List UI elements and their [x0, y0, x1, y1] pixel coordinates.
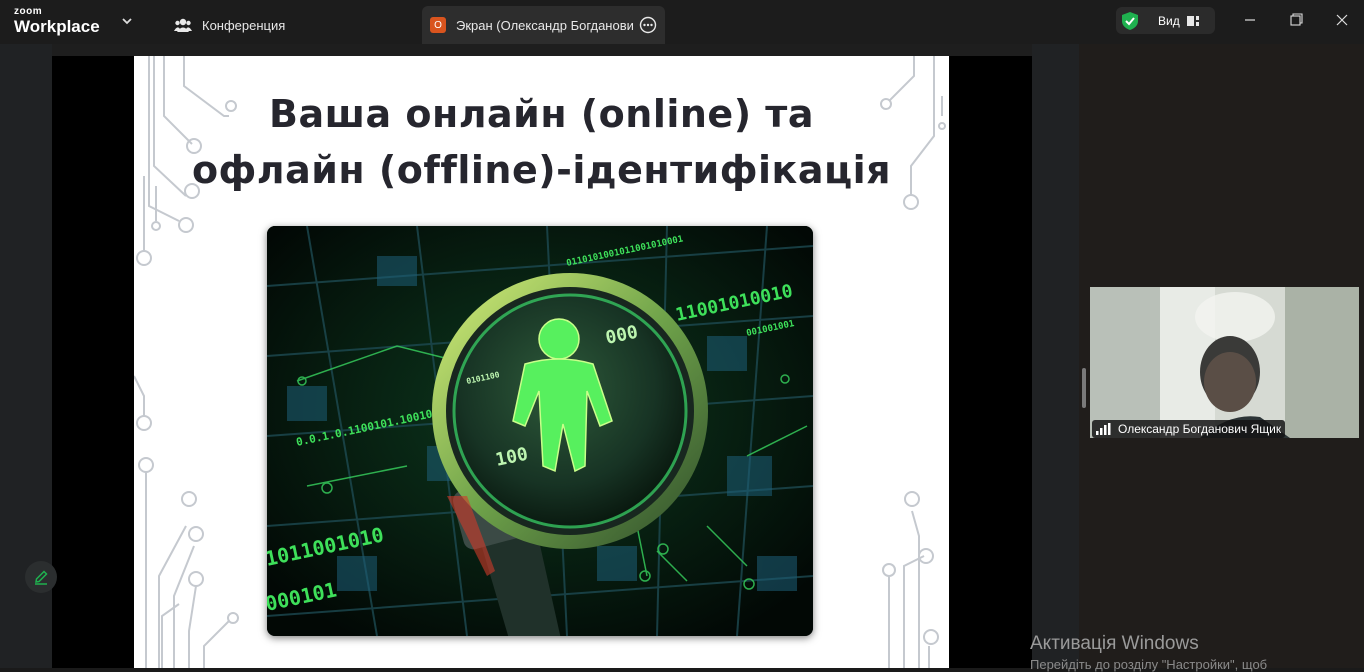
title-bar: zoom Workplace Конференция O Экран (Олек…	[0, 0, 1364, 44]
stage-right-background	[1032, 44, 1079, 668]
shield-icon	[1122, 11, 1138, 30]
pencil-icon	[35, 570, 48, 585]
participant-name-label: Олександр Богданович Ящик	[1092, 420, 1286, 438]
more-icon[interactable]	[639, 16, 657, 34]
slide-title: Ваша онлайн (online) та офлайн (offline)…	[134, 86, 949, 198]
windows-activation-subtitle: Перейдіть до розділу "Настройки", щоб	[1030, 657, 1268, 672]
maximize-icon[interactable]	[1286, 10, 1306, 30]
minimize-icon[interactable]	[1240, 10, 1260, 30]
view-menu-button[interactable]: Вид	[1116, 7, 1215, 34]
tab-shared-screen-label: Экран (Олександр Богданович Я	[456, 17, 633, 33]
participants-icon	[174, 18, 192, 32]
shared-slide: Ваша онлайн (online) та офлайн (offline)…	[134, 56, 949, 668]
panel-resize-handle[interactable]	[1082, 368, 1086, 408]
view-menu-label: Вид	[1158, 13, 1180, 28]
slide-title-line-1: Ваша онлайн (online) та	[269, 92, 814, 136]
close-icon[interactable]	[1332, 10, 1352, 30]
windows-activation-title: Активація Windows	[1030, 633, 1199, 654]
tab-shared-screen[interactable]: O Экран (Олександр Богданович Я	[422, 6, 665, 44]
chevron-down-icon[interactable]	[120, 14, 134, 28]
zoom-logo: zoom Workplace	[14, 6, 100, 36]
tab-meeting[interactable]: Конференция	[166, 6, 293, 44]
participant-video-frame	[1090, 287, 1359, 438]
slide-title-line-2: офлайн (offline)-ідентифікація	[191, 148, 892, 192]
letterbox-left	[52, 56, 134, 668]
participant-name: Олександр Богданович Ящик	[1118, 422, 1282, 436]
logo-zoom-text: zoom	[14, 6, 43, 17]
stage-top-strip	[52, 44, 1032, 56]
participant-video-tile[interactable]	[1090, 287, 1359, 438]
magnifier-person-graphic: 11001010010 1011001010 000101 0.0.1.0.11…	[267, 226, 813, 636]
tab-meeting-label: Конференция	[202, 17, 286, 33]
view-icon	[1186, 15, 1199, 26]
annotate-button[interactable]	[25, 561, 57, 593]
signal-icon	[1096, 423, 1111, 435]
logo-workplace-text: Workplace	[14, 17, 100, 36]
magnifier-person-illustration: 11001010010 1011001010 000101 0.0.1.0.11…	[267, 226, 813, 636]
letterbox-right	[949, 56, 1032, 668]
app-badge-icon: O	[430, 17, 446, 33]
